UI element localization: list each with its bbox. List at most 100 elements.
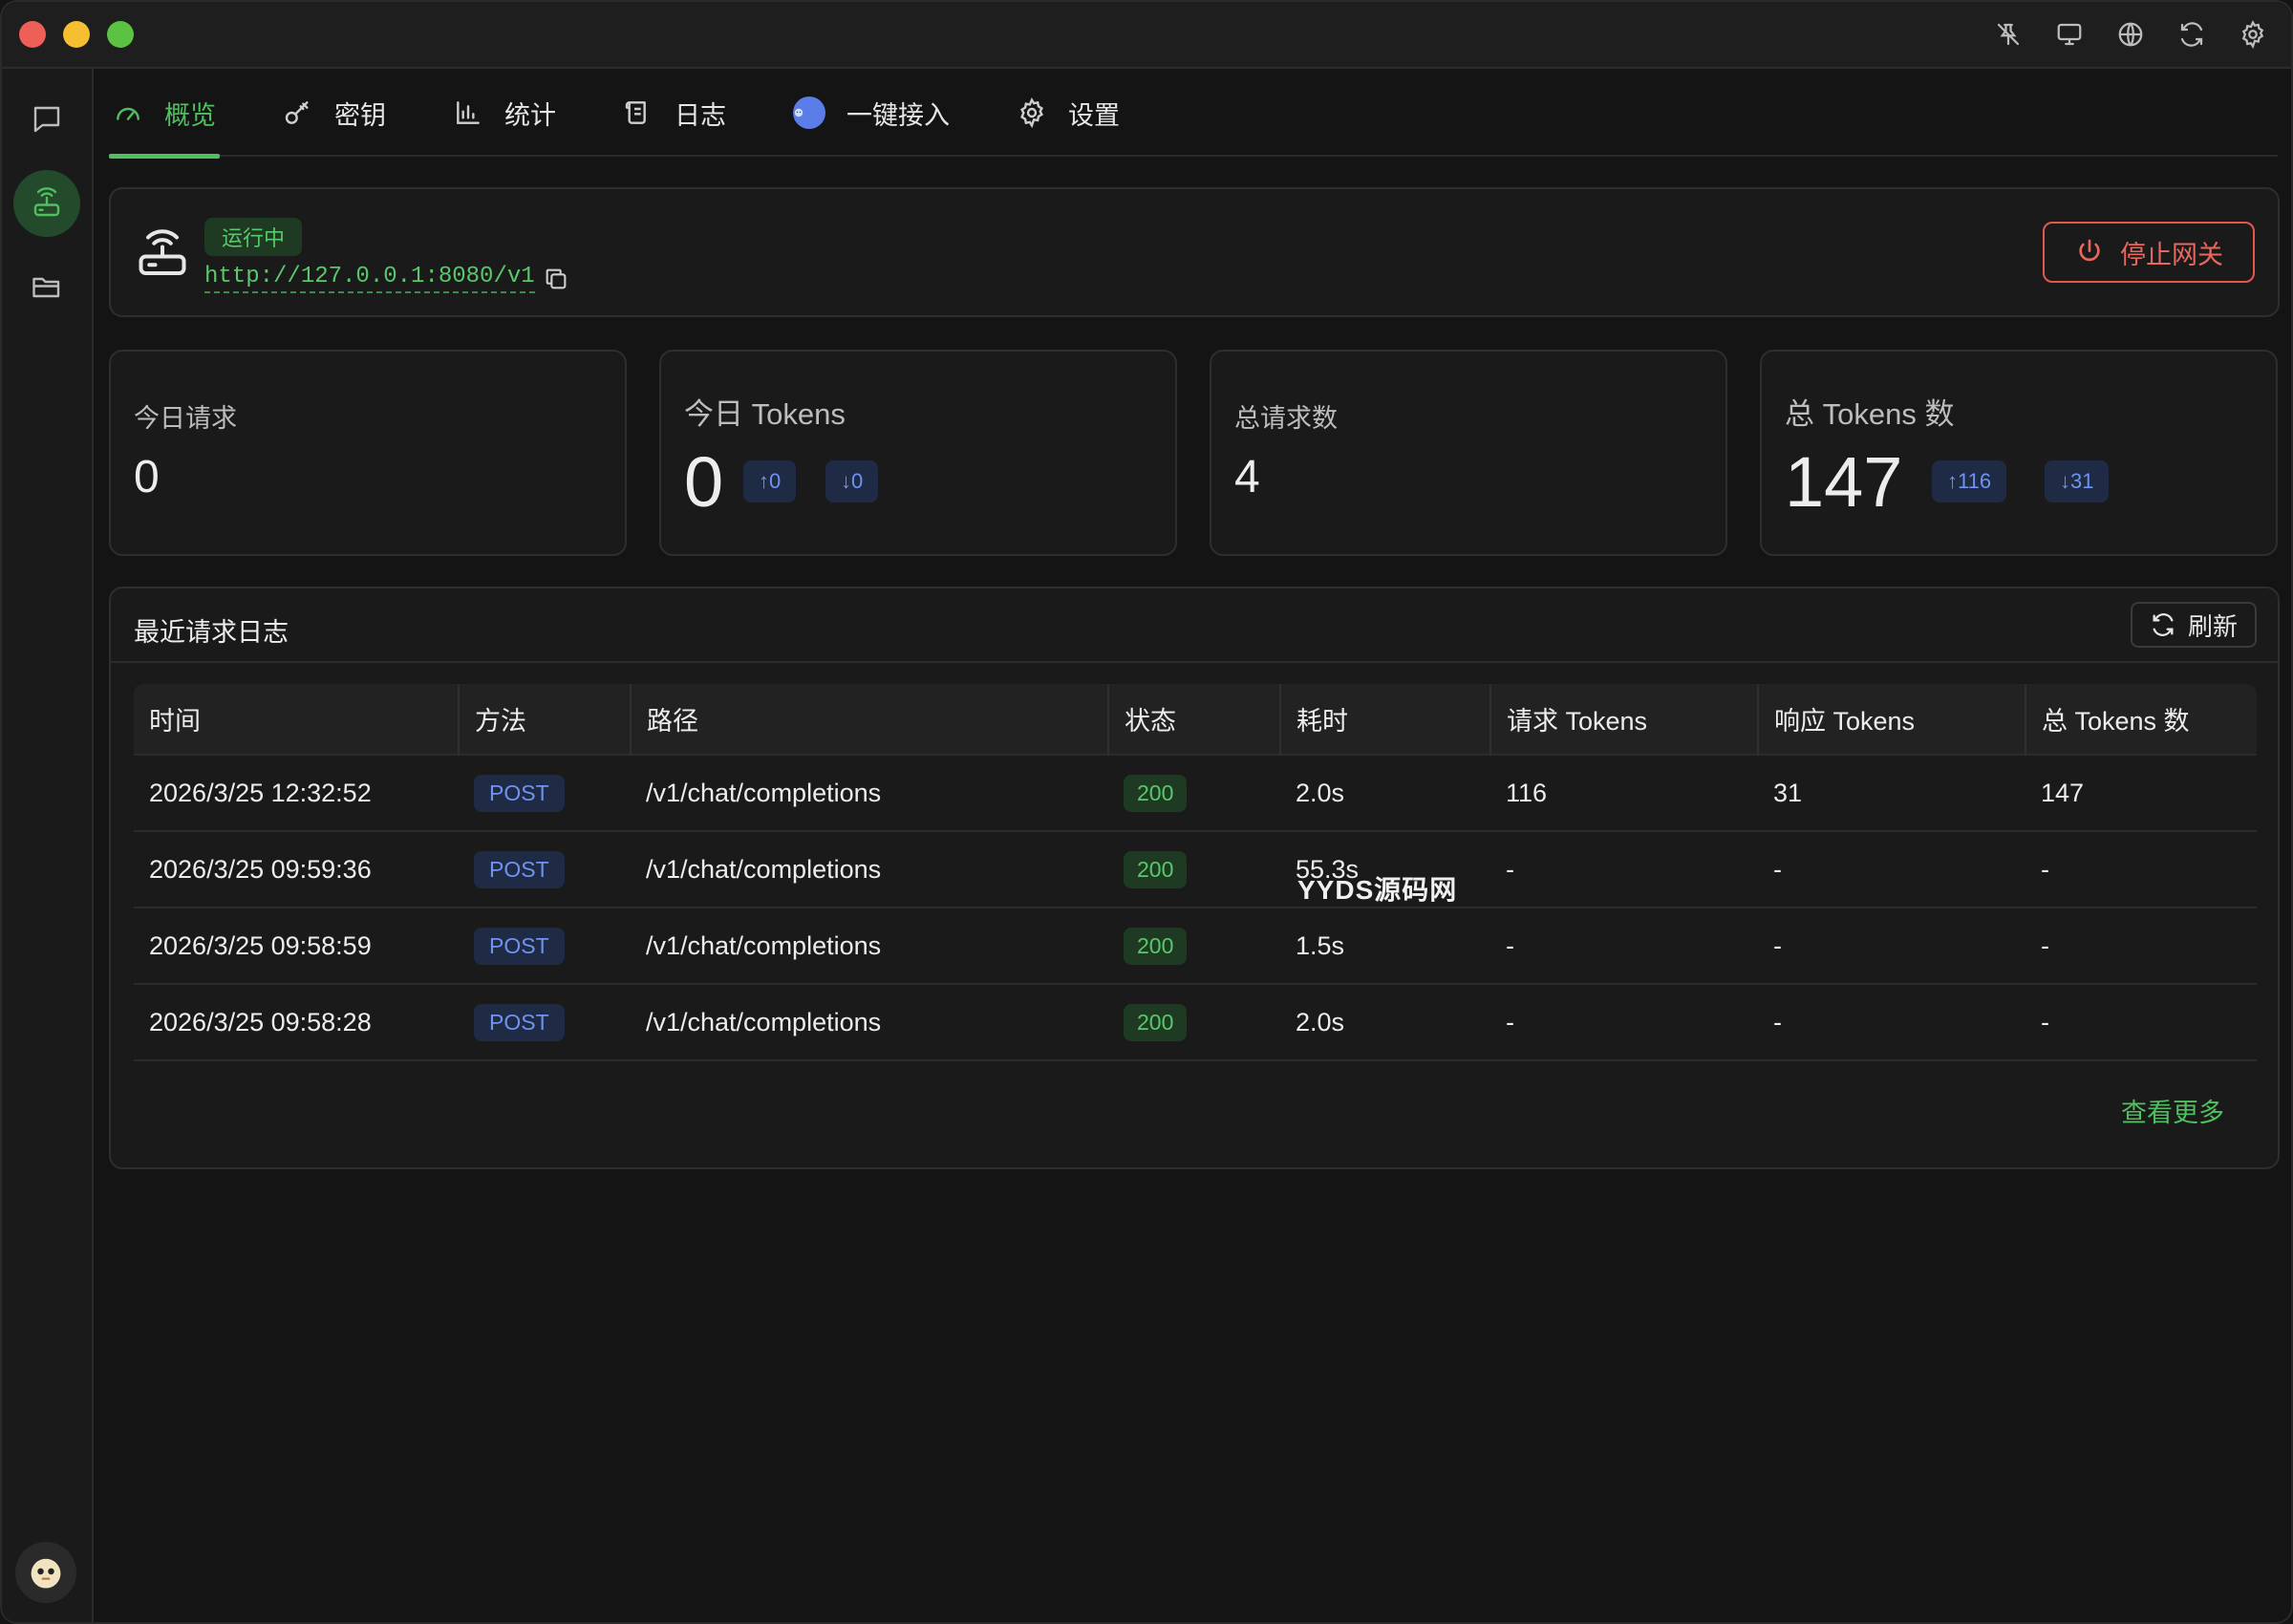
column-header-status[interactable]: 状态 — [1108, 684, 1281, 755]
stat-card-today-requests: 今日请求 0 — [109, 350, 627, 556]
zoom-window-button[interactable] — [107, 21, 134, 48]
settings-icon[interactable] — [2236, 17, 2270, 52]
stat-label: 总 Tokens 数 — [1785, 397, 1955, 431]
stat-label: 总请求数 — [1234, 404, 1338, 433]
globe-icon[interactable] — [2113, 17, 2148, 52]
status-code-badge: 200 — [1124, 850, 1188, 888]
stat-card-total-requests: 总请求数 4 — [1210, 350, 1727, 556]
stat-card-today-tokens: 今日 Tokens 0 ↑0 ↓0 — [659, 350, 1177, 556]
cell-path: /v1/chat/completions — [631, 907, 1108, 984]
column-header-method[interactable]: 方法 — [459, 684, 632, 755]
divider — [111, 661, 2278, 663]
tab-keys[interactable]: 密钥 — [279, 69, 390, 157]
cell-time: 2026/3/25 09:58:59 — [134, 907, 459, 984]
stop-gateway-button[interactable]: 停止网关 — [2043, 222, 2255, 283]
input-tokens-badge: ↑0 — [743, 460, 797, 502]
minimize-window-button[interactable] — [63, 21, 90, 48]
status-code-badge: 200 — [1124, 927, 1188, 965]
column-header-total-tokens[interactable]: 总 Tokens 数 — [2025, 684, 2257, 755]
cell-path: /v1/chat/completions — [631, 754, 1108, 831]
column-header-time[interactable]: 时间 — [134, 684, 460, 755]
method-badge: POST — [474, 774, 565, 812]
cell-time: 2026/3/25 12:32:52 — [134, 754, 459, 831]
cell-request-tokens: - — [1490, 983, 1758, 1061]
column-header-duration[interactable]: 耗时 — [1280, 684, 1491, 755]
sync-icon[interactable] — [2175, 17, 2209, 52]
cell-response-tokens: 31 — [1758, 754, 2025, 831]
power-icon — [2079, 239, 2100, 262]
monitor-icon[interactable] — [2052, 17, 2087, 52]
tab-label: 设置 — [1068, 100, 1120, 130]
gateway-status-card: 运行中 http://127.0.0.1:8080/v1 停止网关 — [109, 187, 2280, 317]
unpin-icon[interactable] — [1991, 17, 2025, 52]
tab-label: 密钥 — [334, 100, 386, 130]
refresh-button[interactable]: 刷新 — [2131, 602, 2257, 648]
side-rail — [2, 69, 94, 1622]
cell-time: 2026/3/25 09:59:36 — [134, 830, 459, 908]
scroll-icon — [625, 101, 646, 124]
view-more-link[interactable]: 查看更多 — [2121, 1092, 2224, 1129]
close-window-button[interactable] — [19, 21, 46, 48]
stop-gateway-label: 停止网关 — [2120, 240, 2223, 269]
stat-value: 4 — [1234, 452, 1260, 502]
tab-label: 概览 — [164, 100, 216, 130]
cell-request-tokens: 116 — [1490, 754, 1758, 831]
copy-icon[interactable] — [543, 266, 569, 292]
chat-icon[interactable] — [13, 86, 80, 153]
table-row[interactable]: 2026/3/25 09:58:59 POST /v1/chat/complet… — [134, 907, 2257, 984]
table-row[interactable]: 2026/3/25 12:32:52 POST /v1/chat/complet… — [134, 754, 2257, 831]
gauge-icon — [117, 107, 139, 120]
gateway-url-link[interactable]: http://127.0.0.1:8080/v1 — [204, 264, 535, 293]
input-tokens-badge: ↑116 — [1932, 460, 2007, 502]
cell-total-tokens: - — [2025, 907, 2257, 984]
table-row[interactable]: 2026/3/25 09:59:36 POST /v1/chat/complet… — [134, 830, 2257, 908]
bar-chart-icon — [457, 101, 480, 124]
method-badge: POST — [474, 850, 565, 888]
gateway-router-icon[interactable] — [13, 170, 80, 237]
table-header-row: 时间 方法 路径 状态 耗时 请求 Tokens 响应 Tokens 总 Tok… — [134, 684, 2257, 755]
stat-card-total-tokens: 总 Tokens 数 147 ↑116 ↓31 — [1760, 350, 2278, 556]
logs-title: 最近请求日志 — [134, 618, 289, 647]
status-badge: 运行中 — [204, 218, 303, 256]
logs-table: 时间 方法 路径 状态 耗时 请求 Tokens 响应 Tokens 总 Tok… — [134, 684, 2257, 1061]
stat-label: 今日请求 — [134, 404, 237, 433]
method-badge: POST — [474, 1003, 565, 1041]
cell-total-tokens: 147 — [2025, 754, 2257, 831]
table-row[interactable]: 2026/3/25 09:58:28 POST /v1/chat/complet… — [134, 983, 2257, 1061]
cell-total-tokens: - — [2025, 830, 2257, 908]
output-tokens-badge: ↓0 — [825, 460, 879, 502]
cell-request-tokens: - — [1490, 830, 1758, 908]
method-badge: POST — [474, 927, 565, 965]
tab-overview[interactable]: 概览 — [109, 69, 220, 159]
avatar[interactable] — [15, 1542, 76, 1603]
column-header-response-tokens[interactable]: 响应 Tokens — [1758, 684, 2026, 755]
tab-label: 一键接入 — [846, 100, 950, 130]
output-tokens-badge: ↓31 — [2045, 460, 2110, 502]
router-icon — [139, 229, 186, 275]
app-emoji-icon — [793, 96, 825, 129]
cell-duration: 1.5s — [1280, 907, 1490, 984]
stat-value: 147 — [1785, 442, 1903, 522]
column-header-path[interactable]: 路径 — [631, 684, 1109, 755]
key-icon — [285, 101, 309, 124]
refresh-label: 刷新 — [2187, 611, 2238, 641]
title-bar — [2, 2, 2291, 69]
app-window: 概览 密钥 统计 日志 一键接入 设置 运行中 http://127.0.0.1… — [0, 0, 2293, 1624]
cell-time: 2026/3/25 09:58:28 — [134, 983, 459, 1061]
tab-stats[interactable]: 统计 — [449, 69, 560, 157]
watermark-text: YYDS源码网 — [1297, 875, 1458, 905]
status-code-badge: 200 — [1124, 774, 1188, 812]
refresh-icon — [2153, 613, 2174, 636]
column-header-request-tokens[interactable]: 请求 Tokens — [1490, 684, 1759, 755]
cell-path: /v1/chat/completions — [631, 830, 1108, 908]
tab-logs[interactable]: 日志 — [619, 69, 730, 157]
cell-response-tokens: - — [1758, 907, 2025, 984]
tab-quick-connect[interactable]: 一键接入 — [789, 69, 954, 157]
cell-request-tokens: - — [1490, 907, 1758, 984]
tab-label: 统计 — [504, 100, 556, 130]
stat-label: 今日 Tokens — [684, 397, 846, 431]
cell-response-tokens: - — [1758, 983, 2025, 1061]
tab-settings[interactable]: 设置 — [1013, 69, 1124, 157]
folder-icon[interactable] — [13, 254, 80, 321]
main-tabs: 概览 密钥 统计 日志 一键接入 设置 — [109, 69, 2278, 159]
